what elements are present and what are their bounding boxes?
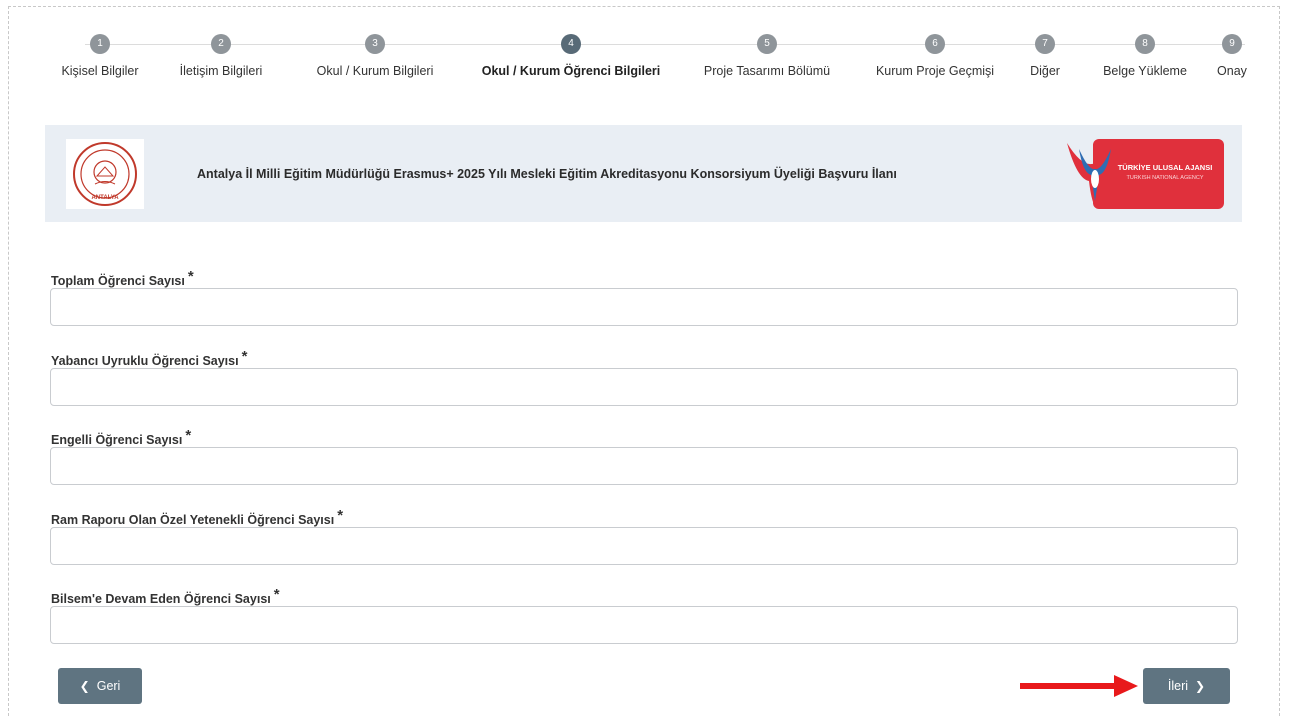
next-button[interactable]: İleri ❯ — [1143, 668, 1230, 704]
ministry-seal-logo: ANTALYA — [66, 139, 144, 209]
required-mark: * — [273, 586, 280, 603]
disabled-students-label: Engelli Öğrenci Sayısı * — [51, 427, 191, 448]
step-number: 6 — [925, 34, 945, 54]
step-label: Okul / Kurum Öğrenci Bilgileri — [481, 64, 661, 78]
step-number: 2 — [211, 34, 231, 54]
field-label-text: Bilsem'e Devam Eden Öğrenci Sayısı — [51, 592, 271, 606]
disabled-students-input[interactable] — [50, 447, 1238, 485]
step-number: 9 — [1222, 34, 1242, 54]
chevron-left-icon: ❮ — [79, 679, 90, 693]
step-5[interactable]: 5 Proje Tasarımı Bölümü — [692, 34, 842, 78]
step-number: 4 — [561, 34, 581, 54]
agency-name: TÜRKİYE ULUSAL AJANSI — [1118, 163, 1213, 172]
national-agency-logo: TÜRKİYE ULUSAL AJANSI TURKISH NATIONAL A… — [1065, 139, 1224, 209]
gifted-students-label: Ram Raporu Olan Özel Yetenekli Öğrenci S… — [51, 507, 343, 528]
step-8[interactable]: 8 Belge Yükleme — [1090, 34, 1200, 78]
step-label: Kurum Proje Geçmişi — [875, 64, 995, 78]
total-students-input[interactable] — [50, 288, 1238, 326]
banner-title: Antalya İl Milli Eğitim Müdürlüğü Erasmu… — [197, 167, 897, 181]
step-number: 1 — [90, 34, 110, 54]
next-button-label: İleri — [1167, 679, 1189, 693]
wizard-stepper: 1 Kişisel Bilgiler 2 İletişim Bilgileri … — [45, 34, 1260, 94]
step-number: 3 — [365, 34, 385, 54]
step-9[interactable]: 9 Onay — [1210, 34, 1254, 78]
announcement-banner: ANTALYA Antalya İl Milli Eğitim Müdürlüğ… — [45, 125, 1242, 222]
field-label-text: Ram Raporu Olan Özel Yetenekli Öğrenci S… — [51, 513, 335, 527]
step-1[interactable]: 1 Kişisel Bilgiler — [55, 34, 145, 78]
field-label-text: Engelli Öğrenci Sayısı — [51, 433, 183, 447]
step-4[interactable]: 4 Okul / Kurum Öğrenci Bilgileri — [466, 34, 676, 78]
seal-text: ANTALYA — [91, 195, 119, 201]
gifted-students-input[interactable] — [50, 527, 1238, 565]
back-button-label: Geri — [96, 679, 121, 693]
agency-name-en: TURKISH NATIONAL AGENCY — [1126, 175, 1203, 181]
step-label: Kişisel Bilgiler — [61, 64, 139, 78]
step-label: Okul / Kurum Bilgileri — [316, 64, 434, 78]
required-mark: * — [241, 348, 248, 365]
step-label: Proje Tasarımı Bölümü — [703, 64, 831, 78]
step-label: Belge Yükleme — [1103, 64, 1187, 78]
annotation-arrow-icon — [1020, 675, 1138, 697]
field-label-text: Toplam Öğrenci Sayısı — [51, 274, 185, 288]
foreign-students-input[interactable] — [50, 368, 1238, 406]
total-students-label: Toplam Öğrenci Sayısı * — [51, 268, 194, 289]
step-label: İletişim Bilgileri — [179, 64, 263, 78]
step-number: 5 — [757, 34, 777, 54]
foreign-students-label: Yabancı Uyruklu Öğrenci Sayısı * — [51, 348, 247, 369]
required-mark: * — [187, 268, 194, 285]
step-3[interactable]: 3 Okul / Kurum Bilgileri — [300, 34, 450, 78]
step-label: Diğer — [1030, 64, 1060, 78]
step-7[interactable]: 7 Diğer — [1025, 34, 1065, 78]
step-6[interactable]: 6 Kurum Proje Geçmişi — [865, 34, 1005, 78]
bilsem-students-input[interactable] — [50, 606, 1238, 644]
bilsem-students-label: Bilsem'e Devam Eden Öğrenci Sayısı * — [51, 586, 280, 607]
required-mark: * — [337, 507, 344, 524]
step-label: Onay — [1217, 64, 1247, 78]
step-2[interactable]: 2 İletişim Bilgileri — [161, 34, 281, 78]
step-number: 8 — [1135, 34, 1155, 54]
required-mark: * — [185, 427, 192, 444]
chevron-right-icon: ❯ — [1195, 679, 1206, 693]
back-button[interactable]: ❮ Geri — [58, 668, 142, 704]
step-number: 7 — [1035, 34, 1055, 54]
field-label-text: Yabancı Uyruklu Öğrenci Sayısı — [51, 354, 239, 368]
